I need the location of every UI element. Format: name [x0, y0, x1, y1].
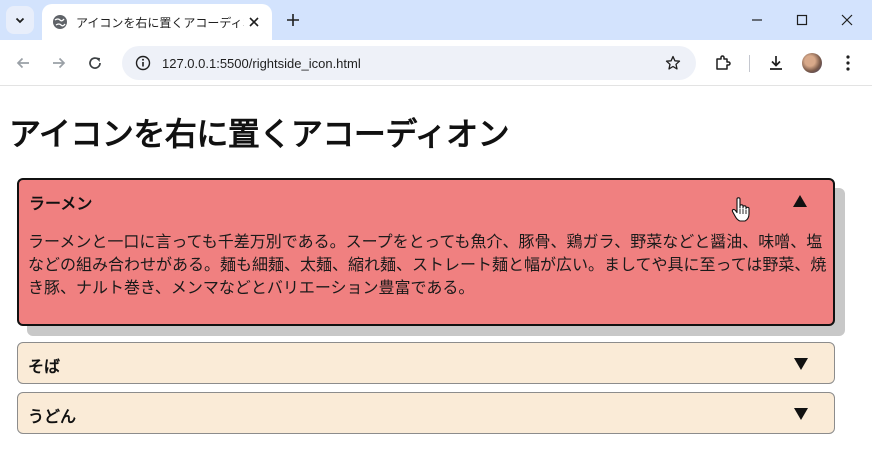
browser-tab[interactable]: アイコンを右に置くアコーディオン — [42, 4, 272, 40]
accordion-body-ramen: ラーメンと一口に言っても千差万別である。スープをとっても魚介、豚骨、鶏ガラ、野菜… — [28, 232, 827, 297]
chevron-down-icon — [15, 17, 25, 24]
maximize-icon — [796, 14, 808, 26]
new-tab-button[interactable] — [282, 9, 304, 31]
browser-toolbar: 127.0.0.1:5500/rightside_icon.html — [0, 40, 872, 86]
site-info-icon[interactable] — [132, 52, 154, 74]
forward-button[interactable] — [45, 49, 73, 77]
accordion-header-ramen[interactable]: ラーメン — [19, 180, 833, 220]
triangle-up-icon[interactable] — [791, 192, 809, 210]
reload-button[interactable] — [81, 49, 109, 77]
reload-icon — [89, 57, 101, 69]
hand-cursor-icon — [731, 197, 750, 222]
puzzle-icon — [716, 55, 731, 70]
extensions-button[interactable] — [709, 49, 737, 77]
close-window-button[interactable] — [824, 0, 870, 40]
maximize-button[interactable] — [779, 0, 825, 40]
download-icon — [770, 56, 782, 70]
kebab-menu-icon — [846, 55, 850, 71]
accordion-item-ramen: ラーメン ラーメンと一口に言っても千差万別である。スープをとっても魚介、豚骨、鶏… — [17, 178, 835, 326]
address-bar[interactable]: 127.0.0.1:5500/rightside_icon.html — [122, 46, 696, 80]
tab-search-button[interactable] — [6, 6, 34, 34]
accordion-header-udon[interactable]: うどん — [18, 393, 834, 433]
close-icon — [841, 14, 853, 26]
url-text[interactable]: 127.0.0.1:5500/rightside_icon.html — [162, 56, 658, 71]
page-title: アイコンを右に置くアコーディオン — [9, 115, 510, 153]
tab-title: アイコンを右に置くアコーディオン — [76, 15, 244, 30]
downloads-button[interactable] — [762, 49, 790, 77]
arrow-right-icon — [53, 57, 66, 69]
triangle-down-icon[interactable] — [792, 355, 810, 373]
accordion-label: そば — [28, 357, 61, 376]
close-tab-icon[interactable] — [244, 12, 264, 32]
minimize-button[interactable] — [734, 0, 780, 40]
menu-button[interactable] — [834, 49, 862, 77]
bookmark-star-icon[interactable] — [658, 48, 688, 78]
tab-strip: アイコンを右に置くアコーディオン — [0, 0, 872, 40]
triangle-down-icon[interactable] — [792, 405, 810, 423]
accordion-item-soba: そば — [17, 342, 835, 384]
minimize-icon — [752, 19, 762, 21]
arrow-left-icon — [16, 57, 29, 69]
plus-icon — [287, 14, 299, 26]
back-button[interactable] — [9, 49, 37, 77]
accordion-label: うどん — [28, 407, 77, 426]
accordion-item-udon: うどん — [17, 392, 835, 434]
accordion-label: ラーメン — [29, 194, 93, 213]
globe-icon — [53, 15, 67, 29]
toolbar-divider — [749, 55, 750, 72]
profile-avatar[interactable] — [802, 53, 822, 73]
accordion-header-soba[interactable]: そば — [18, 343, 834, 383]
page-content: アイコンを右に置くアコーディオン ラーメン ラーメンと一口に言っても千差万別であ… — [0, 87, 872, 449]
